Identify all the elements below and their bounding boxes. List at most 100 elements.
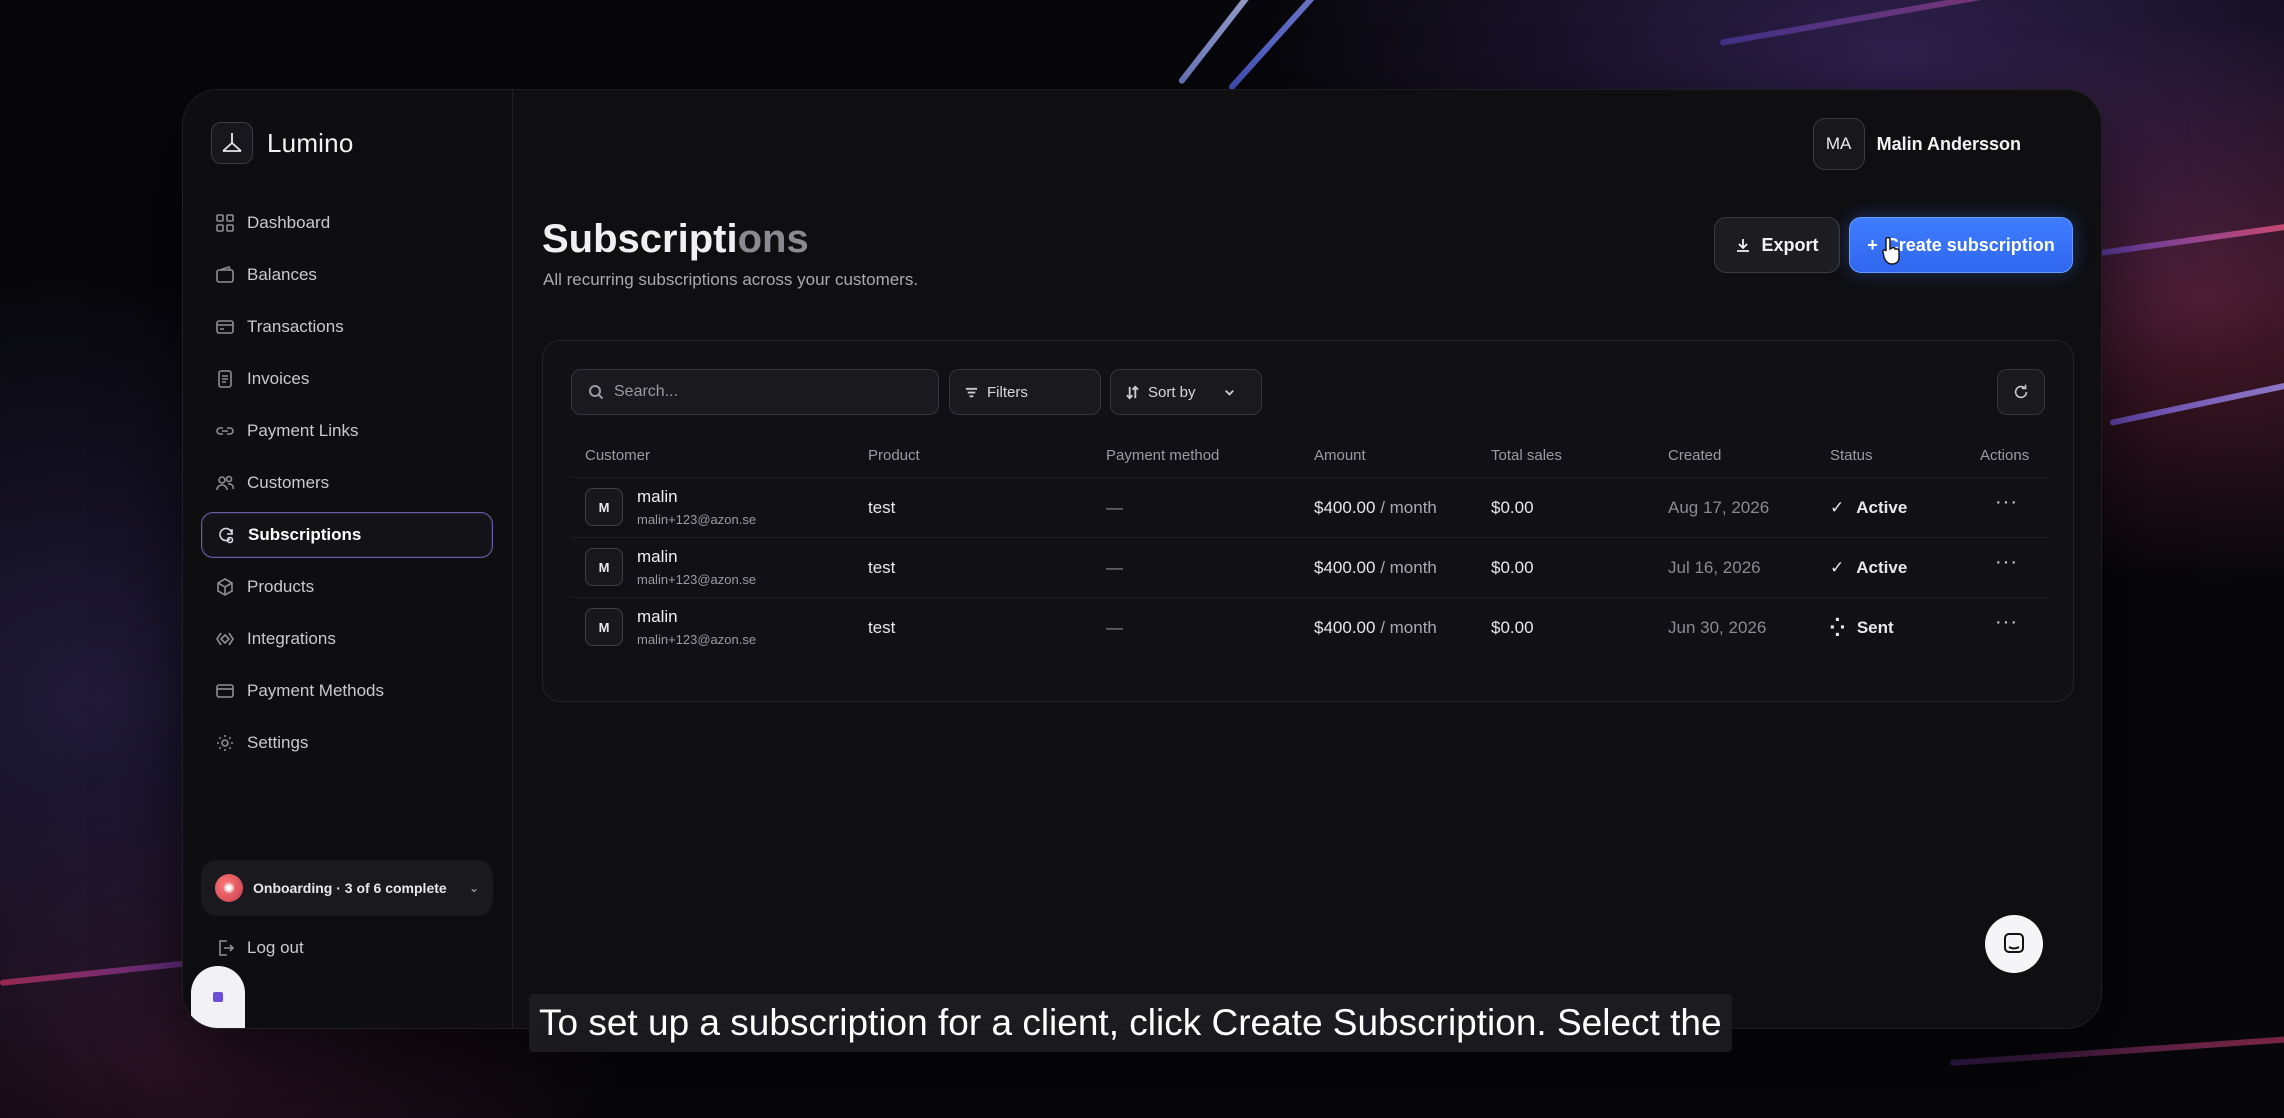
filters-label: Filters	[987, 383, 1028, 401]
table-row[interactable]: M malin malin+123@azon.se test — $400.00…	[571, 537, 2047, 597]
product-cell: test	[868, 498, 896, 517]
sort-dropdown[interactable]: Sort by	[1110, 369, 1262, 415]
create-label: Create subscription	[1885, 234, 2055, 255]
sidebar-item-integrations[interactable]: Integrations	[201, 616, 493, 662]
table-row[interactable]: M malin malin+123@azon.se test — $400.00…	[571, 597, 2047, 657]
sidebar-item-balances[interactable]: Balances	[201, 252, 493, 298]
customer-avatar: M	[585, 548, 623, 586]
customer-avatar: M	[585, 608, 623, 646]
gear-icon	[217, 735, 233, 751]
more-actions-icon[interactable]: ···	[1995, 551, 2018, 574]
sidebar-nav: Dashboard Balances Transactions Invoices…	[201, 200, 493, 772]
total-sales-cell: $0.00	[1491, 558, 1534, 577]
payment-method-cell: —	[1106, 618, 1123, 637]
page-subtitle: All recurring subscriptions across your …	[543, 270, 919, 289]
sidebar-item-label: Products	[247, 577, 315, 596]
brand[interactable]: Lumino	[211, 122, 353, 164]
onboarding-label: Onboarding · 3 of 6 complete	[253, 880, 447, 896]
box-icon	[217, 578, 233, 596]
column-header: Actions	[1980, 447, 2030, 464]
sort-label: Sort by	[1148, 383, 1196, 401]
sidebar-item-customers[interactable]: Customers	[201, 460, 493, 506]
mouse-cursor-icon	[1880, 236, 1902, 270]
product-cell: test	[868, 618, 896, 637]
search-placeholder: Search...	[614, 383, 679, 400]
sidebar-item-products[interactable]: Products	[201, 564, 493, 610]
status-badge: ✓ Active	[1830, 558, 1908, 577]
grid-icon	[216, 214, 234, 232]
sort-icon	[1126, 385, 1139, 399]
download-icon	[1737, 239, 1750, 252]
column-header: Amount	[1314, 447, 1366, 464]
amount-cell: $400.00 / month	[1314, 558, 1437, 577]
column-header: Product	[868, 447, 920, 464]
filters-button[interactable]: Filters	[949, 369, 1101, 415]
sidebar-item-settings[interactable]: Settings	[201, 720, 493, 766]
refresh-icon	[2014, 384, 2028, 399]
logout-button[interactable]: Log out	[215, 938, 304, 958]
sidebar-item-label: Subscriptions	[248, 525, 362, 544]
refresh-button[interactable]	[1997, 369, 2045, 415]
column-header: Status	[1830, 447, 1873, 464]
status-badge: ✓ Active	[1830, 498, 1908, 517]
brand-name: Lumino	[267, 127, 354, 158]
amount-cell: $400.00 / month	[1314, 618, 1437, 637]
subscriptions-icon	[219, 527, 234, 544]
stop-icon	[213, 992, 223, 1002]
app-window: Lumino Dashboard Balances Transactions I…	[182, 89, 2102, 1029]
recording-widget[interactable]	[191, 966, 245, 1028]
total-sales-cell: $0.00	[1491, 618, 1534, 637]
customer-name: malin	[637, 607, 678, 626]
search-input[interactable]: Search...	[571, 369, 939, 415]
filter-icon	[965, 387, 978, 397]
column-header: Created	[1668, 447, 1722, 464]
sidebar-item-label: Invoices	[247, 369, 310, 388]
chat-icon	[2004, 933, 2024, 953]
export-button[interactable]: Export	[1714, 217, 1840, 273]
link-icon	[216, 427, 234, 435]
total-sales-cell: $0.00	[1491, 498, 1534, 517]
sidebar-item-payment-links[interactable]: Payment Links	[201, 408, 493, 454]
payment-method-cell: —	[1106, 498, 1123, 517]
sidebar-item-invoices[interactable]: Invoices	[201, 356, 493, 402]
onboarding-progress[interactable]: ✺ Onboarding · 3 of 6 complete ⌄	[201, 860, 493, 916]
search-icon	[589, 385, 604, 400]
logout-label: Log out	[247, 938, 304, 957]
customer-email: malin+123@azon.se	[637, 512, 757, 527]
spinner-icon: ⁛	[1830, 618, 1845, 637]
avatar: MA	[1812, 118, 1865, 170]
sidebar-item-dashboard[interactable]: Dashboard	[201, 200, 493, 246]
column-header: Customer	[585, 447, 651, 464]
customer-email: malin+123@azon.se	[637, 572, 757, 587]
customer-avatar: M	[585, 488, 623, 526]
sparkle-icon: ✺	[215, 874, 243, 902]
user-name: Malin Andersson	[1876, 133, 2021, 154]
more-actions-icon[interactable]: ···	[1995, 491, 2018, 514]
created-cell: Aug 17, 2026	[1668, 498, 1770, 517]
amount-cell: $400.00 / month	[1314, 498, 1437, 517]
chat-button[interactable]	[1985, 915, 2043, 973]
table-row[interactable]: M malin malin+123@azon.se test — $400.00…	[571, 477, 2047, 537]
sidebar-item-label: Integrations	[247, 629, 336, 648]
lumino-logo-icon	[211, 122, 253, 164]
video-caption: To set up a subscription for a client, c…	[529, 994, 1732, 1052]
subscriptions-panel: Search... Filters Sort by Customer Produ…	[542, 340, 2074, 702]
sidebar-item-transactions[interactable]: Transactions	[201, 304, 493, 350]
customer-name: malin	[637, 547, 678, 566]
sidebar-item-label: Payment Links	[247, 421, 359, 440]
export-label: Export	[1761, 234, 1819, 255]
credit-card-icon	[216, 684, 234, 698]
customer-email: malin+123@azon.se	[637, 632, 757, 647]
column-header: Total sales	[1491, 447, 1562, 464]
customer-name: malin	[637, 487, 678, 506]
user-menu[interactable]: MA Malin Andersson	[1812, 118, 2021, 170]
sidebar-item-label: Transactions	[247, 317, 344, 336]
check-icon: ✓	[1830, 558, 1845, 577]
wallet-icon	[216, 265, 234, 283]
more-actions-icon[interactable]: ···	[1995, 611, 2018, 634]
sidebar-item-subscriptions[interactable]: Subscriptions	[201, 512, 493, 558]
created-cell: Jul 16, 2026	[1668, 558, 1761, 577]
status-badge: ⁛ Sent	[1830, 618, 1894, 637]
sidebar-item-payment-methods[interactable]: Payment Methods	[201, 668, 493, 714]
integrations-icon	[216, 632, 234, 646]
